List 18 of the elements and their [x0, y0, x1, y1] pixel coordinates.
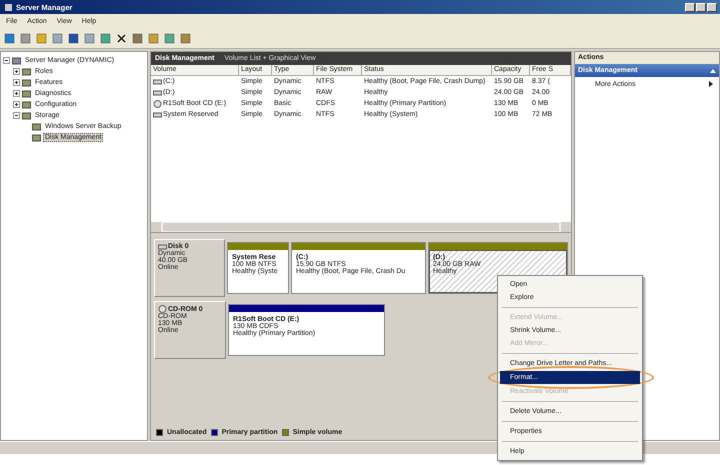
- drive-icon: [158, 244, 167, 250]
- expand-icon[interactable]: [13, 79, 20, 86]
- collapse-icon[interactable]: [13, 112, 20, 119]
- submenu-arrow-icon: [709, 81, 713, 87]
- cd-icon: [158, 305, 167, 313]
- scrollbar[interactable]: [151, 222, 571, 232]
- minimize-button[interactable]: [685, 2, 695, 12]
- collapse-icon[interactable]: [3, 57, 10, 64]
- maximize-button[interactable]: [696, 2, 706, 12]
- cd-icon: [153, 100, 162, 108]
- expand-icon[interactable]: [13, 90, 20, 97]
- expand-icon[interactable]: [13, 101, 20, 108]
- expand-icon[interactable]: [13, 68, 20, 75]
- collapse-icon: [710, 68, 716, 72]
- app-icon: [4, 2, 13, 12]
- drive-icon: [153, 112, 162, 118]
- delete-icon[interactable]: [116, 33, 127, 44]
- close-button[interactable]: [707, 2, 717, 12]
